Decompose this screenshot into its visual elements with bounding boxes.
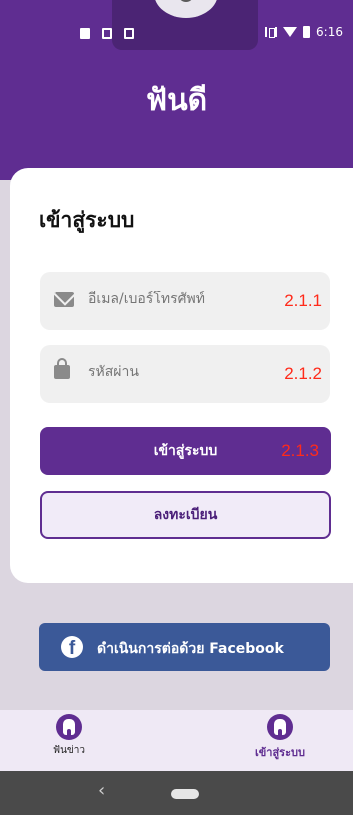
- password-field[interactable]: 2.1.2: [40, 345, 330, 403]
- password-annotation: 2.1.2: [284, 364, 322, 383]
- nav-item-news-label: ฟันข่าว: [53, 745, 85, 756]
- email-field[interactable]: 2.1.1: [40, 272, 330, 330]
- vibrate-icon: [265, 27, 278, 38]
- facebook-icon: f: [61, 636, 83, 658]
- tooth-icon: [56, 714, 82, 740]
- email-input[interactable]: [88, 291, 258, 307]
- login-title: เข้าสู่ระบบ: [39, 208, 135, 232]
- nav-item-login-label: เข้าสู่ระบบ: [255, 746, 305, 759]
- app-title: ฟันดี: [145, 83, 208, 118]
- wifi-icon: [283, 27, 298, 37]
- back-icon[interactable]: ‹: [98, 780, 105, 801]
- facebook-button-label: ดำเนินการต่อด้วย Facebook: [97, 641, 284, 657]
- tooth-icon: [267, 714, 293, 740]
- app-header: ฟันดี: [0, 60, 353, 180]
- status-icons-left: [80, 28, 134, 39]
- nav-item-news[interactable]: ฟันข่าว: [19, 714, 119, 758]
- login-annotation: 2.1.3: [281, 441, 319, 460]
- status-bar: 6:16: [0, 0, 353, 60]
- email-annotation: 2.1.1: [284, 291, 322, 310]
- system-navigation-bar: ‹: [0, 771, 353, 815]
- battery-icon: [303, 26, 311, 38]
- facebook-login-button[interactable]: f ดำเนินการต่อด้วย Facebook: [39, 623, 330, 671]
- header-artwork: [112, 0, 258, 50]
- image-icon: [80, 28, 90, 39]
- lock-icon: [54, 358, 70, 379]
- register-button-label: ลงทะเบียน: [153, 507, 218, 523]
- home-icon[interactable]: [171, 789, 199, 799]
- login-button[interactable]: เข้าสู่ระบบ 2.1.3: [40, 427, 331, 475]
- login-button-label: เข้าสู่ระบบ: [153, 443, 218, 459]
- sim-icon: [124, 28, 134, 39]
- mail-icon: [54, 292, 74, 307]
- bottom-navigation: ฟันข่าว เข้าสู่ระบบ: [0, 710, 353, 771]
- nav-item-login[interactable]: เข้าสู่ระบบ: [230, 714, 330, 761]
- status-time: 6:16: [316, 25, 343, 39]
- status-icons-right: 6:16: [265, 25, 343, 39]
- register-button[interactable]: ลงทะเบียน: [40, 491, 331, 539]
- screenshot-icon: [102, 28, 112, 39]
- password-input[interactable]: [88, 364, 258, 380]
- login-card: เข้าสู่ระบบ 2.1.1 2.1.2 เข้าสู่ระบบ 2.1.…: [10, 168, 353, 583]
